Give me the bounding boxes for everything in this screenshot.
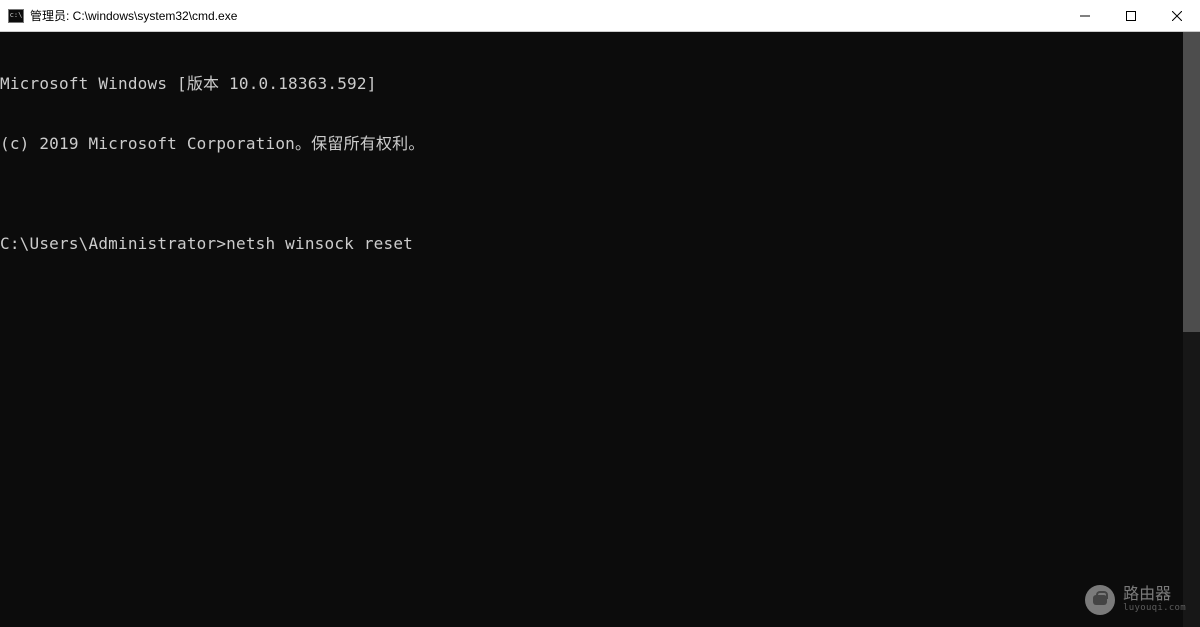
watermark-title: 路由器 xyxy=(1123,586,1186,604)
watermark-subtitle: luyouqi.com xyxy=(1123,604,1186,614)
maximize-icon xyxy=(1126,11,1136,21)
prompt-text: C:\Users\Administrator> xyxy=(0,234,226,253)
terminal-prompt-line: C:\Users\Administrator>netsh winsock res… xyxy=(0,234,1200,254)
window-controls xyxy=(1062,0,1200,31)
close-button[interactable] xyxy=(1154,0,1200,31)
minimize-button[interactable] xyxy=(1062,0,1108,31)
vertical-scrollbar[interactable] xyxy=(1183,32,1200,627)
cmd-icon xyxy=(8,9,24,23)
window-title: 管理员: C:\windows\system32\cmd.exe xyxy=(30,7,237,24)
titlebar-left: 管理员: C:\windows\system32\cmd.exe xyxy=(0,7,237,24)
watermark-lock-icon xyxy=(1085,585,1115,615)
close-icon xyxy=(1172,11,1182,21)
terminal-version-line: Microsoft Windows [版本 10.0.18363.592] xyxy=(0,74,1200,94)
scrollbar-thumb[interactable] xyxy=(1183,32,1200,332)
command-text: netsh winsock reset xyxy=(226,234,413,253)
watermark: 路由器 luyouqi.com xyxy=(1085,585,1186,615)
terminal-copyright-line: (c) 2019 Microsoft Corporation。保留所有权利。 xyxy=(0,134,1200,154)
terminal-area[interactable]: Microsoft Windows [版本 10.0.18363.592] (c… xyxy=(0,32,1200,627)
maximize-button[interactable] xyxy=(1108,0,1154,31)
window-titlebar: 管理员: C:\windows\system32\cmd.exe xyxy=(0,0,1200,32)
watermark-text: 路由器 luyouqi.com xyxy=(1123,586,1186,613)
minimize-icon xyxy=(1080,11,1090,21)
